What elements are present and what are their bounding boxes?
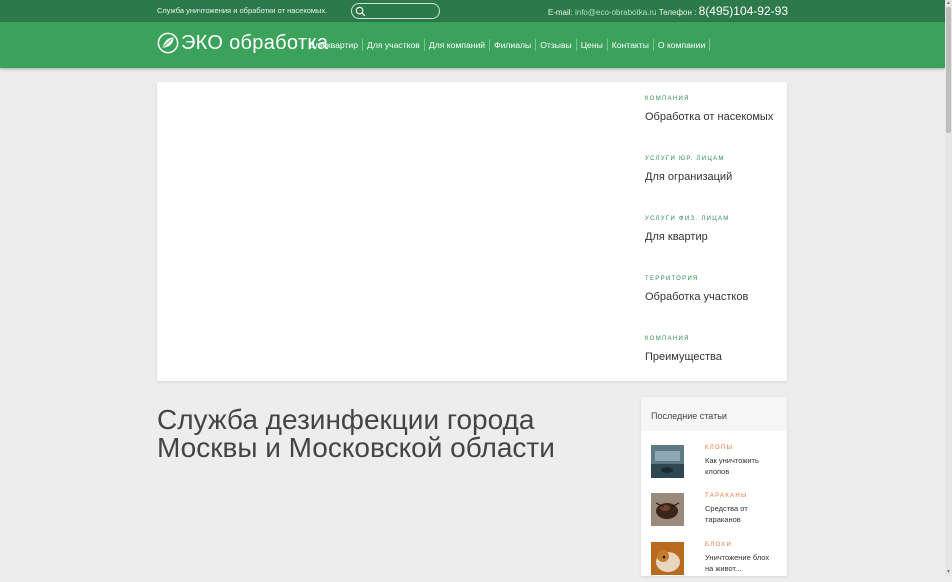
phone-label: Телефон : bbox=[658, 8, 697, 17]
article-thumbnail[interactable] bbox=[651, 493, 684, 526]
search-input[interactable] bbox=[368, 5, 434, 17]
slide-title[interactable]: Обработка участков bbox=[645, 291, 773, 303]
featured-slider: Компания Обработка от насекомых Услуги ю… bbox=[157, 82, 787, 381]
slide-item[interactable]: Услуги физ. лицам Для квартир bbox=[645, 216, 773, 276]
article-thumbnail[interactable] bbox=[651, 542, 684, 575]
scrollbar-thumb[interactable] bbox=[946, 7, 951, 133]
slide-item[interactable]: Услуги юр. лицам Для огранизаций bbox=[645, 156, 773, 216]
nav-item-reviews[interactable]: Отзывы bbox=[536, 39, 577, 51]
article-item[interactable]: Тараканы Средства от тараканов bbox=[651, 493, 781, 533]
slide-category: Компания bbox=[645, 96, 690, 102]
nav-item-prices[interactable]: Цены bbox=[577, 39, 608, 51]
slide-category: Услуги юр. лицам bbox=[645, 156, 725, 162]
article-thumbnail[interactable] bbox=[651, 445, 684, 478]
slide-title[interactable]: Обработка от насекомых bbox=[645, 111, 773, 123]
slide-category: Территория bbox=[645, 276, 699, 282]
slide-title[interactable]: Преимущества bbox=[645, 351, 773, 363]
scroll-down-icon[interactable]: ▼ bbox=[945, 569, 952, 576]
nav-item-apartments[interactable]: Для квартир bbox=[305, 39, 363, 51]
nav-menu: Для квартир Для участков Для компаний Фи… bbox=[305, 39, 711, 51]
article-category[interactable]: Клопы bbox=[705, 445, 733, 451]
leaf-logo-icon bbox=[157, 32, 179, 54]
site-tagline: Служба уничтожения и обработки от насеко… bbox=[157, 6, 328, 15]
slide-title[interactable]: Для квартир bbox=[645, 231, 773, 243]
slide-item[interactable]: Территория Обработка участков bbox=[645, 276, 773, 336]
email-link[interactable]: info@eco-obrabotka.ru bbox=[575, 8, 657, 17]
article-title[interactable]: Уничтожение блох на живот... bbox=[705, 552, 777, 574]
slide-item[interactable]: Компания Обработка от насекомых bbox=[645, 96, 773, 156]
slide-title[interactable]: Для огранизаций bbox=[645, 171, 773, 183]
article-category[interactable]: Тараканы bbox=[705, 493, 748, 499]
nav-item-plots[interactable]: Для участков bbox=[363, 39, 425, 51]
scroll-up-icon[interactable]: ▲ bbox=[945, 0, 952, 7]
nav-item-contacts[interactable]: Контакты bbox=[608, 39, 654, 51]
contact-info: E-mail: info@eco-obrabotka.ru Телефон : … bbox=[548, 4, 788, 18]
slide-category: Компания bbox=[645, 336, 690, 342]
slide-list: Компания Обработка от насекомых Услуги ю… bbox=[645, 96, 773, 396]
phone-number[interactable]: 8(495)104-92-93 bbox=[699, 4, 788, 18]
article-item[interactable]: Клопы Как уничтожить клопов bbox=[651, 445, 781, 485]
nav-item-companies[interactable]: Для компаний bbox=[425, 39, 491, 51]
email-label: E-mail: bbox=[547, 8, 573, 17]
search-box[interactable] bbox=[351, 3, 440, 19]
search-icon[interactable] bbox=[355, 6, 366, 17]
top-bar: Служба уничтожения и обработки от насеко… bbox=[0, 0, 945, 22]
widget-title: Последние статьи bbox=[641, 397, 787, 431]
nav-item-branches[interactable]: Филиалы bbox=[490, 39, 537, 51]
slide-item[interactable]: Компания Преимущества bbox=[645, 336, 773, 396]
article-category[interactable]: Блохи bbox=[705, 542, 732, 548]
article-title[interactable]: Как уничтожить клопов bbox=[705, 455, 777, 477]
main-navigation: ЭКО обработка Для квартир Для участков Д… bbox=[0, 22, 945, 68]
site-logo[interactable]: ЭКО обработка bbox=[157, 30, 328, 56]
slide-category: Услуги физ. лицам bbox=[645, 216, 730, 222]
page-scrollbar[interactable]: ▲ ▼ bbox=[945, 0, 952, 576]
article-title[interactable]: Средства от тараканов bbox=[705, 503, 777, 525]
article-item[interactable]: Блохи Уничтожение блох на живот... bbox=[651, 542, 781, 582]
recent-articles-widget: Последние статьи Клопы Как уничтожить кл… bbox=[641, 397, 787, 576]
nav-item-about[interactable]: О компании bbox=[654, 39, 711, 51]
page-title: Служба дезинфекции города Москвы и Моско… bbox=[157, 404, 555, 463]
